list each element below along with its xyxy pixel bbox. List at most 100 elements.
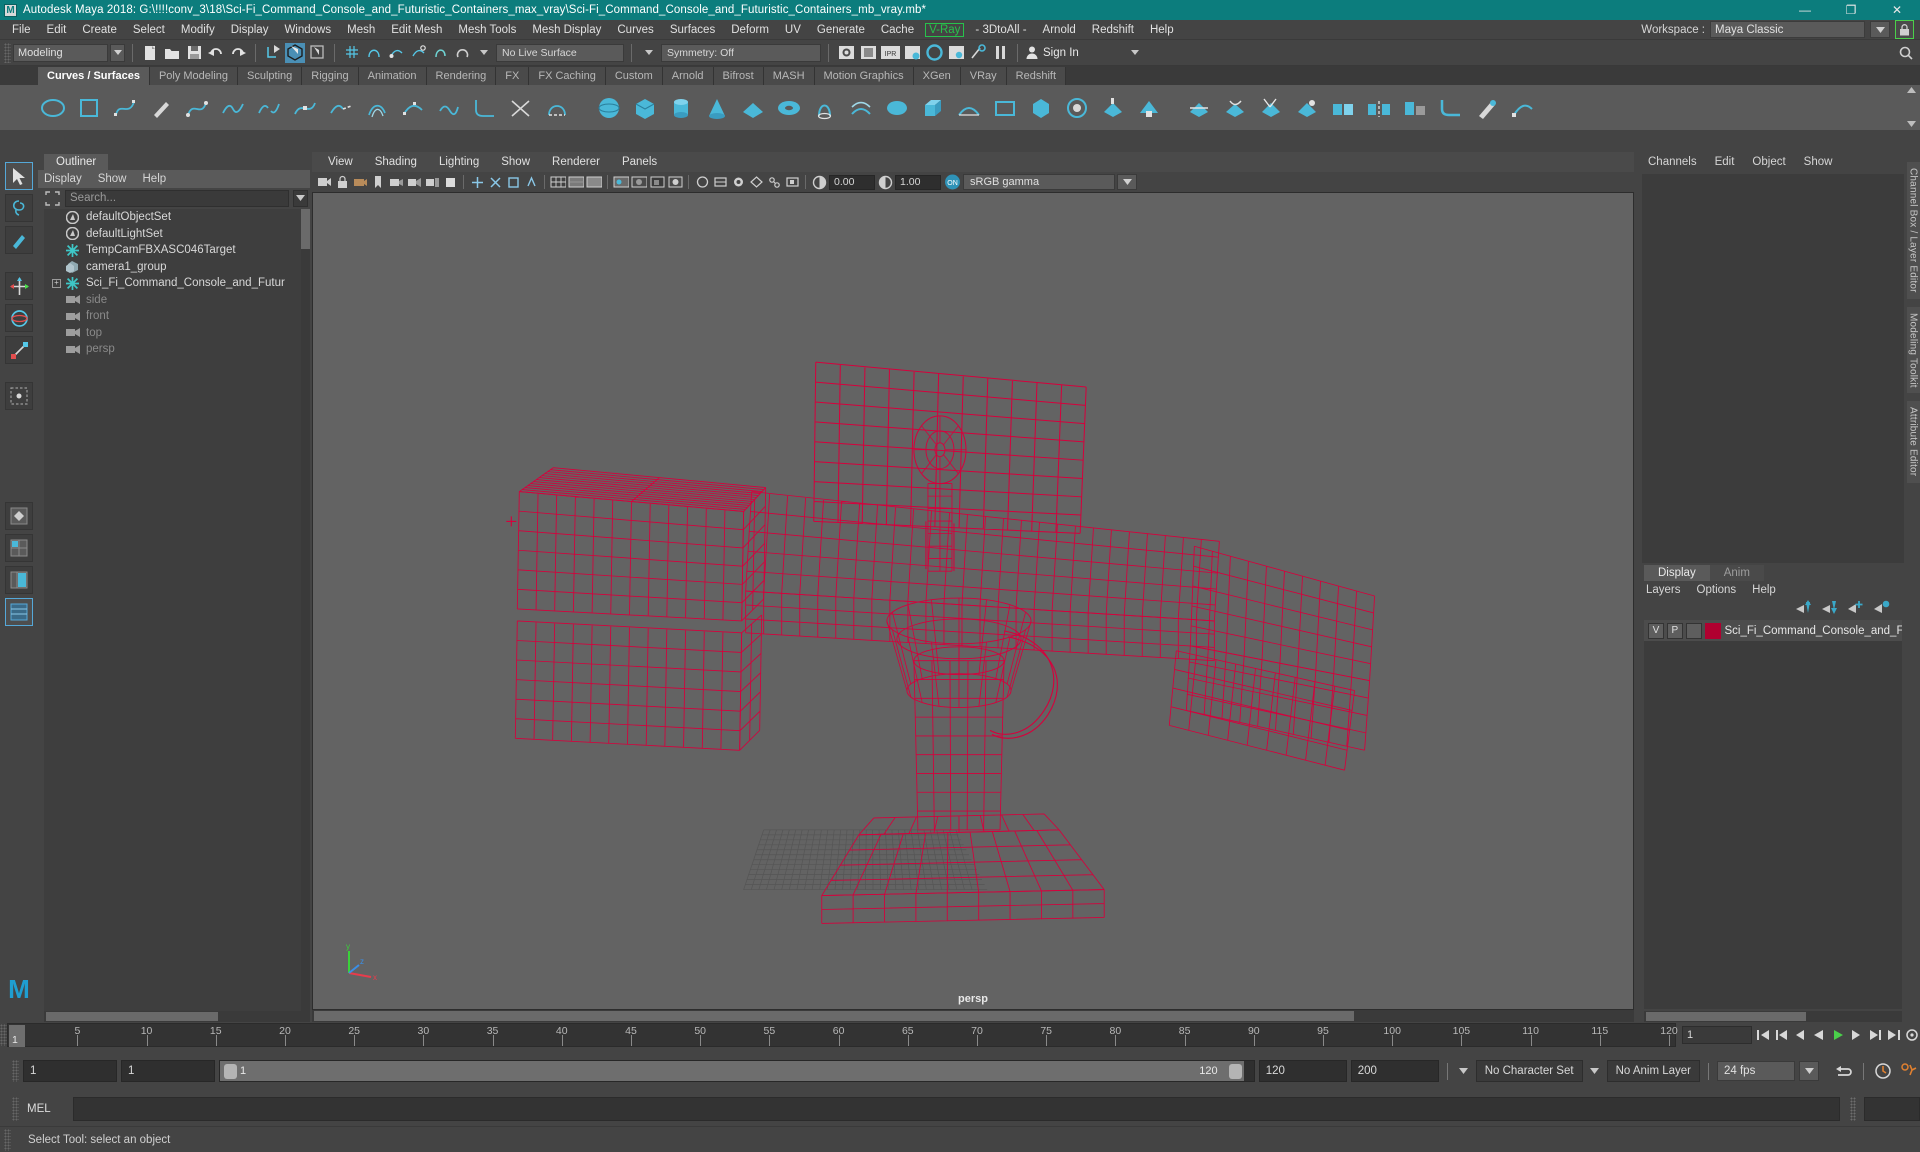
undo-icon[interactable]	[206, 43, 226, 63]
color-management-toggle-icon[interactable]: ON	[943, 174, 961, 191]
outliner-item[interactable]: front	[44, 308, 310, 325]
snap-to-point-icon[interactable]	[386, 43, 406, 63]
wireframe-shading-icon[interactable]	[550, 174, 566, 190]
menu-arnold[interactable]: Arnold	[1035, 23, 1084, 37]
menu-surfaces[interactable]: Surfaces	[662, 23, 723, 37]
birail-icon[interactable]	[954, 93, 984, 123]
loop-playback-icon[interactable]	[1833, 1060, 1855, 1082]
character-set-chevron-down-icon[interactable]	[1456, 1060, 1472, 1082]
outliner-item[interactable]: TempCamFBXASC046Target	[44, 242, 310, 259]
smooth-curve-icon[interactable]	[434, 93, 464, 123]
go-to-start-icon[interactable]	[1755, 1026, 1771, 1044]
loft-icon[interactable]	[846, 93, 876, 123]
rotate-tool-icon[interactable]	[5, 304, 33, 332]
use-all-lights-icon[interactable]	[631, 174, 647, 190]
search-input[interactable]: Search...	[65, 189, 289, 207]
surface-editing-icon[interactable]	[1508, 93, 1538, 123]
outliner-item[interactable]: top	[44, 325, 310, 342]
layout-outliner-persp-icon[interactable]	[5, 566, 33, 594]
detach-curves-icon[interactable]	[254, 93, 284, 123]
menu-curves[interactable]: Curves	[609, 23, 661, 37]
range-right-handle[interactable]	[1229, 1064, 1243, 1079]
sign-in-button[interactable]: Sign In	[1025, 45, 1079, 60]
channel-box-content[interactable]	[1642, 174, 1904, 563]
range-slider-bar[interactable]: 1 120	[219, 1060, 1255, 1082]
step-forward-frame-icon[interactable]	[1848, 1026, 1864, 1044]
square-surface-icon[interactable]	[1026, 93, 1056, 123]
shelf-tab-arnold[interactable]: Arnold	[662, 67, 714, 85]
scrollbar-thumb[interactable]	[1646, 1012, 1806, 1021]
range-start-time-field[interactable]: 1	[121, 1060, 215, 1082]
statusline-grip[interactable]	[4, 42, 11, 63]
vertical-tab-attribute-editor[interactable]: Attribute Editor	[1906, 401, 1920, 483]
outliner-horizontal-scrollbar[interactable]	[44, 1011, 310, 1022]
selection-set-icon[interactable]	[44, 190, 61, 207]
menu-edit-mesh[interactable]: Edit Mesh	[383, 23, 450, 37]
shelf-tab-sculpting[interactable]: Sculpting	[238, 67, 303, 85]
outliner-menu-help[interactable]: Help	[143, 173, 167, 185]
display-layer-list[interactable]: V P Sci_Fi_Command_Console_and_F	[1644, 620, 1902, 1009]
menu-display[interactable]: Display	[223, 23, 277, 37]
auto-key-icon[interactable]	[1872, 1060, 1894, 1082]
outliner-menu-display[interactable]: Display	[44, 173, 82, 185]
gamma-icon[interactable]	[877, 174, 893, 190]
open-close-curve-icon[interactable]	[542, 93, 572, 123]
display-layer-row[interactable]: V P Sci_Fi_Command_Console_and_F	[1644, 620, 1902, 641]
menu-cache[interactable]: Cache	[873, 23, 922, 37]
ep-curve-tool-icon[interactable]	[182, 93, 212, 123]
symmetry-field[interactable]: Symmetry: Off	[661, 43, 821, 62]
command-line-grip[interactable]	[12, 1097, 19, 1121]
channelbox-menu-edit[interactable]: Edit	[1715, 156, 1735, 168]
playback-speed-chevron-down-icon[interactable]	[1799, 1061, 1819, 1081]
workspace-dropdown[interactable]: Maya Classic	[1710, 21, 1865, 38]
minimize-button[interactable]: —	[1782, 0, 1828, 20]
image-plane-icon[interactable]	[388, 174, 404, 190]
animation-end-time-field[interactable]: 200	[1350, 1060, 1439, 1082]
maximize-button[interactable]: ❐	[1828, 0, 1874, 20]
ao-icon[interactable]	[667, 174, 683, 190]
viewport-horizontal-scrollbar[interactable]	[312, 1010, 1634, 1022]
menu-deform[interactable]: Deform	[723, 23, 777, 37]
help-search-icon[interactable]	[1896, 43, 1916, 63]
outliner-vertical-scrollbar[interactable]	[301, 209, 310, 1011]
smooth-shade-all-icon[interactable]	[568, 174, 584, 190]
viewport-menu-lighting[interactable]: Lighting	[439, 156, 479, 168]
xray-joints-icon[interactable]	[766, 174, 782, 190]
color-management-chevron-down-icon[interactable]	[1117, 174, 1137, 190]
layer-color-swatch[interactable]	[1704, 622, 1722, 639]
lasso-tool-icon[interactable]	[5, 194, 33, 222]
outliner-item[interactable]: defaultObjectSet	[44, 209, 310, 226]
command-line-splitter[interactable]	[1850, 1097, 1856, 1121]
shelf-tab-fx[interactable]: FX	[496, 67, 530, 85]
playback-speed-dropdown[interactable]: 24 fps	[1717, 1061, 1795, 1081]
nurbs-circle-icon[interactable]	[38, 93, 68, 123]
scrollbar-thumb[interactable]	[301, 209, 310, 249]
layout-four-view-icon[interactable]	[5, 534, 33, 562]
grease-pencil-icon[interactable]	[424, 174, 440, 190]
play-forwards-icon[interactable]	[1830, 1026, 1846, 1044]
intersect-surfaces-icon[interactable]	[1184, 93, 1214, 123]
planar-surface-icon[interactable]	[882, 93, 912, 123]
layer-menu-help[interactable]: Help	[1752, 584, 1776, 596]
tab-outliner[interactable]: Outliner	[44, 154, 109, 170]
shelf-tab-mash[interactable]: MASH	[763, 67, 815, 85]
snap-to-curve-icon[interactable]	[364, 43, 384, 63]
align-surfaces-icon[interactable]	[1400, 93, 1430, 123]
viewport-menu-show[interactable]: Show	[501, 156, 530, 168]
nurbs-cone-icon[interactable]	[702, 93, 732, 123]
current-time-indicator[interactable]: 1	[9, 1025, 25, 1047]
textured-icon[interactable]	[613, 174, 629, 190]
close-button[interactable]: ✕	[1874, 0, 1920, 20]
motion-blur-icon[interactable]	[694, 174, 710, 190]
select-by-object-type-icon[interactable]	[285, 42, 305, 63]
sign-in-chevron-down-icon[interactable]	[1125, 43, 1145, 63]
render-setup-icon[interactable]	[968, 43, 988, 63]
viewport-3d[interactable]: y x z persp	[312, 192, 1634, 1010]
attach-surfaces-icon[interactable]	[1328, 93, 1358, 123]
anim-layer-dropdown[interactable]: No Anim Layer	[1606, 1060, 1700, 1082]
snap-magnet-icon[interactable]	[452, 43, 472, 63]
outliner-menu-show[interactable]: Show	[98, 173, 127, 185]
nurbs-torus-icon[interactable]	[774, 93, 804, 123]
menu-edit[interactable]: Edit	[39, 23, 75, 37]
move-tool-icon[interactable]	[5, 272, 33, 300]
